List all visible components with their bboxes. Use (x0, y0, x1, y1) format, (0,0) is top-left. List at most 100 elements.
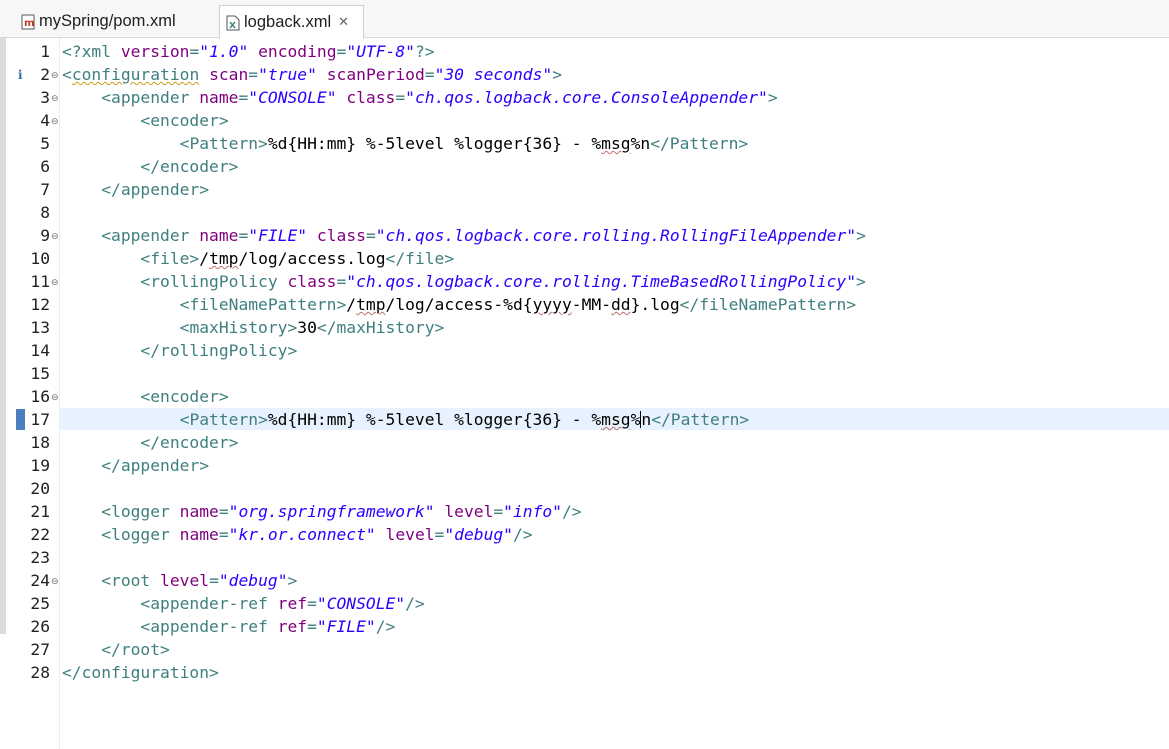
code-line[interactable]: 13 <maxHistory>30</maxHistory> (0, 316, 1169, 339)
code-token: "ch.qos.logback.core.ConsoleAppender" (405, 88, 768, 107)
code-line[interactable]: 15 (0, 362, 1169, 385)
code-token: level (160, 571, 210, 590)
code-line[interactable]: 24 ⊖ <root level="debug"> (0, 569, 1169, 592)
code-token: > (856, 226, 866, 245)
code-line[interactable]: 21 <logger name="org.springframework" le… (0, 500, 1169, 523)
code-token: /> (405, 594, 425, 613)
line-number: 27 (30, 640, 50, 659)
code-line[interactable]: 27 </root> (0, 638, 1169, 661)
code-token: </Pattern> (651, 410, 750, 429)
code-token: msg (601, 410, 631, 429)
tab-pom-xml[interactable]: m mySpring/pom.xml (10, 5, 218, 38)
code-line[interactable]: 11 ⊖ <rollingPolicy class="ch.qos.logback… (0, 270, 1169, 293)
code-token: = (336, 272, 347, 291)
code-token: %d{HH:mm} %-5level %logger{36} - % (267, 410, 602, 429)
fold-toggle-icon[interactable]: ⊖ (51, 65, 59, 88)
code-line[interactable]: 28 </configuration> (0, 661, 1169, 684)
code-token: = (218, 502, 229, 521)
code-token: <appender-ref (140, 594, 278, 613)
code-token: "info" (503, 502, 562, 521)
code-text: </encoder> (62, 431, 238, 454)
code-line[interactable]: 23 (0, 546, 1169, 569)
code-text: <file>/tmp/log/access.log</file> (62, 247, 454, 270)
code-line[interactable]: 3 ⊖ <appender name="CONSOLE" class="ch.qo… (0, 86, 1169, 109)
fold-toggle-icon[interactable]: ⊖ (51, 226, 59, 249)
code-token: n (641, 410, 652, 429)
code-line[interactable]: 1 <?xml version="1.0" encoding="UTF-8"?> (0, 40, 1169, 63)
code-token: tmp (356, 295, 386, 314)
fold-toggle-icon[interactable]: ⊖ (51, 272, 59, 295)
code-line[interactable]: 20 (0, 477, 1169, 500)
code-line[interactable]: 7 </appender> (0, 178, 1169, 201)
code-token: </root> (101, 640, 170, 659)
code-line[interactable]: 10 <file>/tmp/log/access.log</file> (0, 247, 1169, 270)
code-token: "UTF-8" (346, 42, 415, 61)
code-token: > (856, 272, 866, 291)
code-token: <appender (101, 88, 200, 107)
code-token: configuration (71, 65, 200, 84)
code-token: = (424, 65, 435, 84)
line-number: 20 (30, 479, 50, 498)
code-line[interactable]: 22 <logger name="kr.or.connect" level="d… (0, 523, 1169, 546)
code-line[interactable]: 9 ⊖ <appender name="FILE" class="ch.qos.l… (0, 224, 1169, 247)
line-number: 21 (30, 502, 50, 521)
line-number: 19 (30, 456, 50, 475)
code-line[interactable]: 17 <Pattern>%d{HH:mm} %-5level %logger{3… (0, 408, 1169, 431)
code-token: /> (562, 502, 582, 521)
info-marker-icon[interactable]: i (18, 64, 23, 87)
fold-toggle-icon[interactable]: ⊖ (51, 387, 59, 410)
fold-toggle-icon[interactable]: ⊖ (51, 571, 59, 594)
code-text: </encoder> (62, 155, 238, 178)
code-line[interactable]: 19 </appender> (0, 454, 1169, 477)
code-token: "ch.qos.logback.core.rolling.RollingFile… (375, 226, 857, 245)
editor-window: m mySpring/pom.xml logback.xml ✕ 1 <?xml … (0, 0, 1169, 749)
code-line[interactable]: 25 <appender-ref ref="CONSOLE"/> (0, 592, 1169, 615)
code-token: </encoder> (140, 433, 239, 452)
code-line[interactable]: 26 <appender-ref ref="FILE"/> (0, 615, 1169, 638)
code-token: </rollingPolicy> (140, 341, 298, 360)
code-token: scanPeriod (326, 65, 425, 84)
line-number: 2 (40, 65, 50, 84)
code-token: tmp (209, 249, 239, 268)
close-tab-icon[interactable]: ✕ (338, 15, 349, 30)
code-line[interactable]: 14 </rollingPolicy> (0, 339, 1169, 362)
fold-toggle-icon[interactable]: ⊖ (51, 88, 59, 111)
code-token: = (218, 525, 229, 544)
code-token: = (209, 571, 219, 590)
tab-logback-xml[interactable]: logback.xml ✕ (219, 5, 364, 39)
code-token: = (238, 226, 249, 245)
code-line[interactable]: 16 ⊖ <encoder> (0, 385, 1169, 408)
code-token: msg (601, 134, 631, 153)
code-line[interactable]: 8 (0, 201, 1169, 224)
code-token: = (238, 88, 249, 107)
code-token: = (307, 594, 317, 613)
line-number: 26 (30, 617, 50, 636)
code-text: <encoder> (62, 109, 228, 132)
code-line[interactable]: 6 </encoder> (0, 155, 1169, 178)
code-token: <?xml (62, 42, 121, 61)
code-line[interactable]: i 2 ⊖ <configuration scan="true" scanPeriod… (0, 63, 1169, 86)
line-number: 17 (30, 410, 50, 429)
code-token: name (179, 502, 219, 521)
code-token: yyyy (532, 295, 572, 314)
code-token: = (365, 226, 376, 245)
code-line[interactable]: 18 </encoder> (0, 431, 1169, 454)
code-line[interactable]: 4 ⊖ <encoder> (0, 109, 1169, 132)
code-token: "CONSOLE" (248, 88, 337, 107)
code-token: class (316, 226, 366, 245)
code-token: "debug" (444, 525, 513, 544)
code-token: ?> (414, 42, 435, 61)
code-text: <logger name="kr.or.connect" level="debu… (62, 523, 532, 546)
code-line[interactable]: 5 <Pattern>%d{HH:mm} %-5level %logger{36… (0, 132, 1169, 155)
code-line[interactable]: 12 <fileNamePattern>/tmp/log/access-%d{y… (0, 293, 1169, 316)
fold-toggle-icon[interactable]: ⊖ (51, 111, 59, 134)
code-token: "FILE" (248, 226, 308, 245)
